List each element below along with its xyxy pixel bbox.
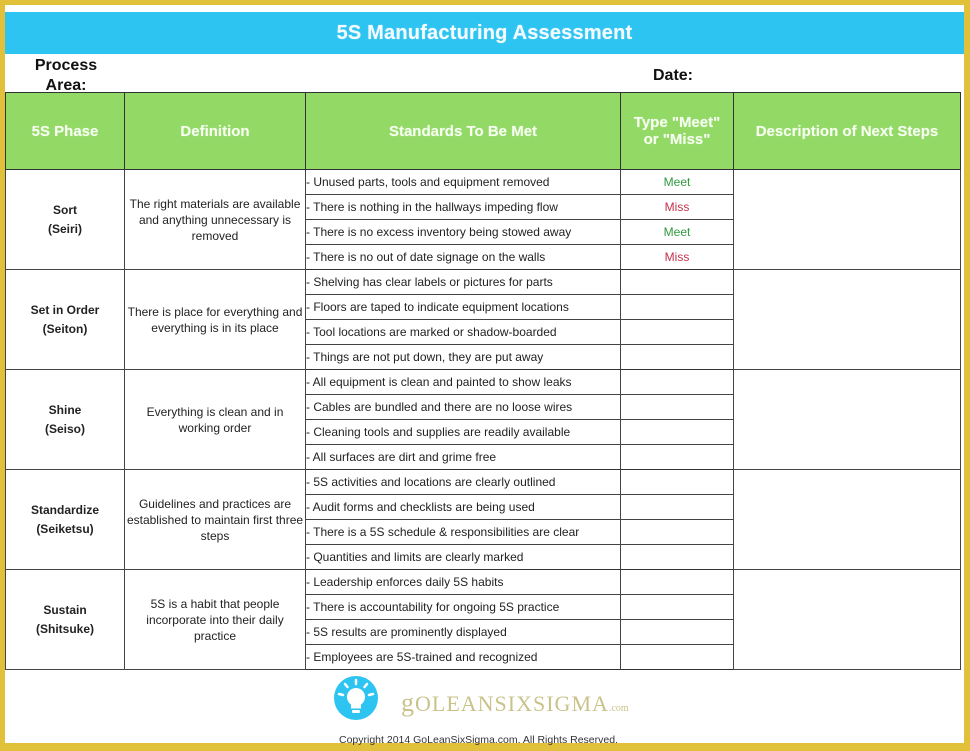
assessment-sheet: 5S Manufacturing Assessment Process Area…: [5, 5, 964, 746]
meet-miss-cell[interactable]: [620, 569, 734, 595]
table-header-row: 5S Phase Definition Standards To Be Met …: [5, 92, 961, 170]
meet-miss-cell[interactable]: [620, 644, 734, 670]
table-row: Standardize (Seiketsu) Guidelines and prac…: [5, 469, 961, 570]
meet-miss-cell[interactable]: [620, 269, 734, 295]
standard-cell: - Quantities and limits are clearly mark…: [305, 544, 621, 570]
column-header-result: Type "Meet" or "Miss": [620, 92, 734, 170]
meet-miss-cell[interactable]: [620, 344, 734, 370]
meet-miss-cell[interactable]: Meet: [620, 219, 734, 245]
column-header-standards: Standards To Be Met: [305, 92, 621, 170]
standard-cell: - Employees are 5S-trained and recognize…: [305, 644, 621, 670]
phase-cell: Sort (Seiri): [5, 169, 125, 270]
standard-cell: - All surfaces are dirt and grime free: [305, 444, 621, 470]
assessment-table: 5S Phase Definition Standards To Be Met …: [5, 92, 961, 670]
phase-cell: Standardize (Seiketsu): [5, 469, 125, 570]
standard-cell: - Tool locations are marked or shadow-bo…: [305, 319, 621, 345]
date-label: Date:: [653, 67, 694, 84]
phase-cell: Set in Order (Seiton): [5, 269, 125, 370]
standard-cell: - There is accountability for ongoing 5S…: [305, 594, 621, 620]
standard-cell: - There is a 5S schedule & responsibilit…: [305, 519, 621, 545]
standard-cell: - Shelving has clear labels or pictures …: [305, 269, 621, 295]
lightbulb-icon: [334, 676, 378, 720]
phase-japanese-name: (Seiri): [47, 221, 82, 236]
table-row: Sustain (Shitsuke) 5S is a habit that peop…: [5, 569, 961, 670]
table-row: Sort (Seiri) The right materials are avail…: [5, 169, 961, 270]
next-steps-cell[interactable]: [733, 469, 961, 570]
meet-miss-cell[interactable]: [620, 294, 734, 320]
phase-name: Sort: [53, 202, 77, 217]
phase-name: Shine: [48, 402, 82, 417]
standard-cell: - Unused parts, tools and equipment remo…: [305, 169, 621, 195]
phase-name: Set in Order: [30, 302, 100, 317]
standard-cell: - Audit forms and checklists are being u…: [305, 494, 621, 520]
column-header-definition: Definition: [124, 92, 306, 170]
phase-cell: Sustain (Shitsuke): [5, 569, 125, 670]
copyright-text: Copyright 2014 GoLeanSixSigma.com. All R…: [339, 734, 618, 746]
meet-miss-cell[interactable]: [620, 419, 734, 445]
phase-japanese-name: (Seiketsu): [36, 521, 94, 536]
meet-miss-cell[interactable]: [620, 469, 734, 495]
meet-miss-cell[interactable]: [620, 369, 734, 395]
next-steps-cell[interactable]: [733, 269, 961, 370]
next-steps-cell[interactable]: [733, 369, 961, 470]
phase-name: Sustain: [43, 602, 87, 617]
phase-japanese-name: (Seiton): [42, 321, 88, 336]
meet-miss-cell[interactable]: Miss: [620, 244, 734, 270]
process-area-label: Process Area:: [34, 57, 98, 94]
meet-miss-cell[interactable]: [620, 519, 734, 545]
next-steps-cell[interactable]: [733, 569, 961, 670]
table-row: Shine (Seiso) Everything is clean and in w…: [5, 369, 961, 470]
standard-cell: - Cleaning tools and supplies are readil…: [305, 419, 621, 445]
meet-miss-cell[interactable]: [620, 619, 734, 645]
meet-miss-cell[interactable]: [620, 544, 734, 570]
meet-miss-cell[interactable]: Meet: [620, 169, 734, 195]
column-header-phase: 5S Phase: [5, 92, 125, 170]
table-row: Set in Order (Seiton) There is place for e…: [5, 269, 961, 370]
meet-miss-cell[interactable]: [620, 494, 734, 520]
meet-miss-cell[interactable]: [620, 394, 734, 420]
meet-miss-cell[interactable]: Miss: [620, 194, 734, 220]
next-steps-cell[interactable]: [733, 169, 961, 270]
phase-japanese-name: (Shitsuke): [35, 621, 94, 636]
standard-cell: - 5S results are prominently displayed: [305, 619, 621, 645]
standard-cell: - Cables are bundled and there are no lo…: [305, 394, 621, 420]
column-header-next-steps: Description of Next Steps: [733, 92, 961, 170]
meet-miss-cell[interactable]: [620, 319, 734, 345]
standard-cell: - Leadership enforces daily 5S habits: [305, 569, 621, 595]
phase-name: Standardize: [30, 502, 99, 517]
title-bar: 5S Manufacturing Assessment: [5, 12, 964, 54]
standard-cell: - Floors are taped to indicate equipment…: [305, 294, 621, 320]
page-title: 5S Manufacturing Assessment: [336, 21, 633, 44]
standard-cell: - Things are not put down, they are put …: [305, 344, 621, 370]
definition-cell: The right materials are available and an…: [124, 169, 306, 270]
standard-cell: - All equipment is clean and painted to …: [305, 369, 621, 395]
standard-cell: - There is no out of date signage on the…: [305, 244, 621, 270]
definition-cell: 5S is a habit that people incorporate in…: [124, 569, 306, 670]
phase-cell: Shine (Seiso): [5, 369, 125, 470]
standard-cell: - There is no excess inventory being sto…: [305, 219, 621, 245]
brand-logo-text: gOLEANSIXSIGMA.com: [401, 688, 629, 717]
definition-cell: There is place for everything and everyt…: [124, 269, 306, 370]
meet-miss-cell[interactable]: [620, 444, 734, 470]
phase-japanese-name: (Seiso): [44, 421, 85, 436]
definition-cell: Guidelines and practices are established…: [124, 469, 306, 570]
definition-cell: Everything is clean and in working order: [124, 369, 306, 470]
meet-miss-cell[interactable]: [620, 594, 734, 620]
standard-cell: - 5S activities and locations are clearl…: [305, 469, 621, 495]
standard-cell: - There is nothing in the hallways imped…: [305, 194, 621, 220]
